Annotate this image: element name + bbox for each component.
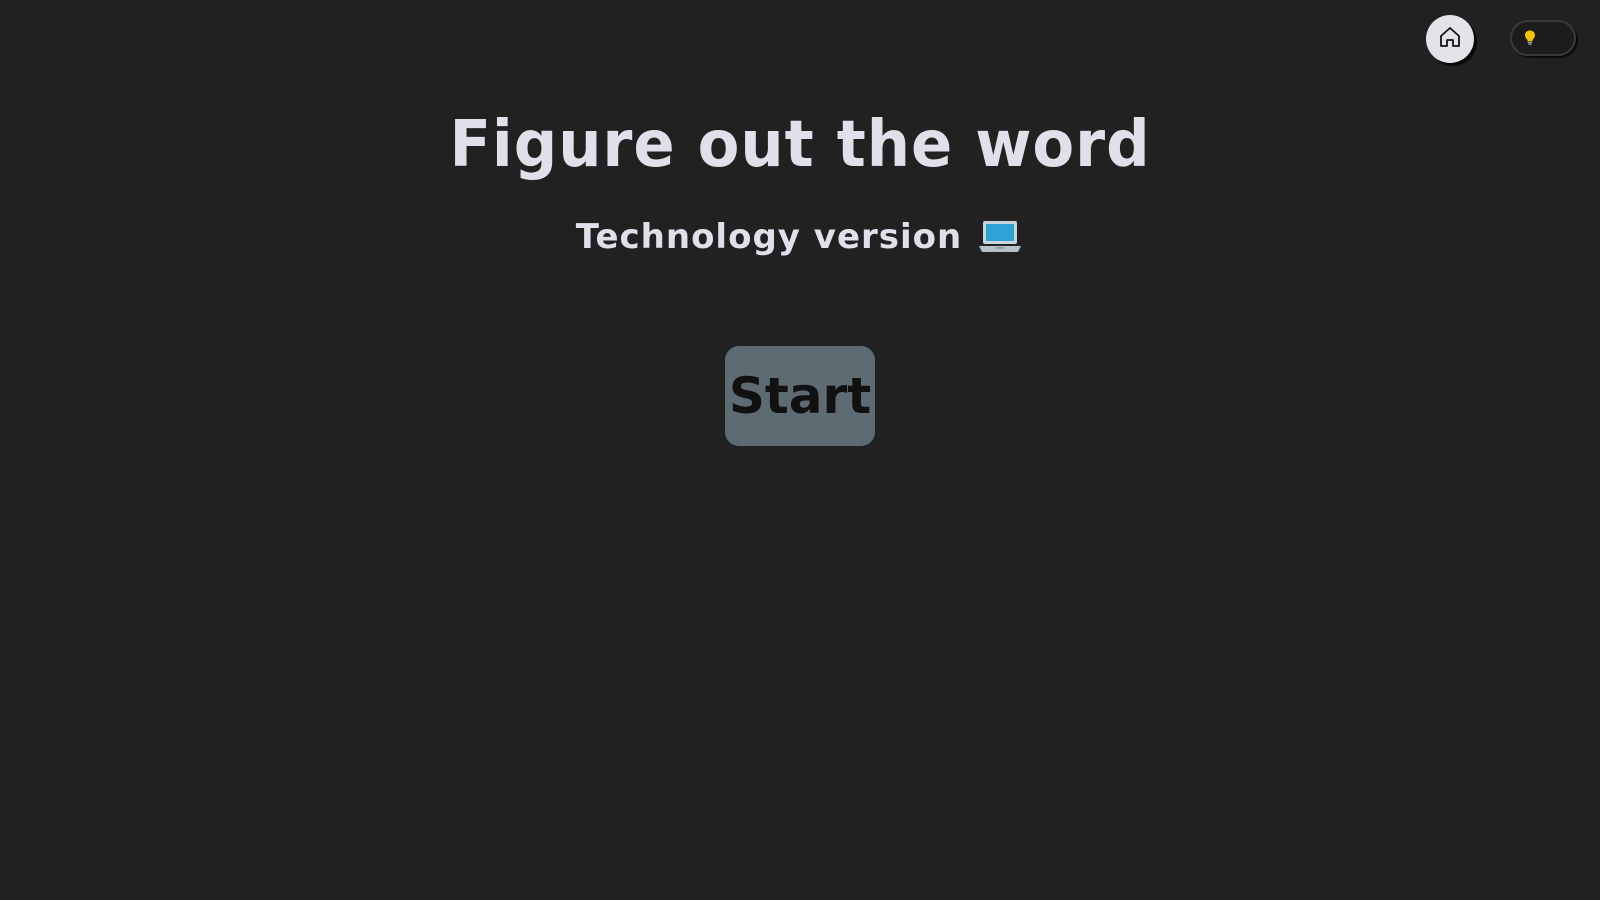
start-button[interactable]: Start xyxy=(725,346,875,446)
subtitle-text: Technology version xyxy=(575,217,963,257)
page-subtitle: Technology version xyxy=(0,216,1600,258)
lightbulb-icon xyxy=(1521,29,1539,47)
theme-toggle[interactable] xyxy=(1510,20,1576,56)
page-title: Figure out the word xyxy=(449,108,1151,182)
home-icon xyxy=(1438,25,1462,53)
laptop-icon xyxy=(976,216,1024,258)
home-button[interactable] xyxy=(1426,15,1474,63)
